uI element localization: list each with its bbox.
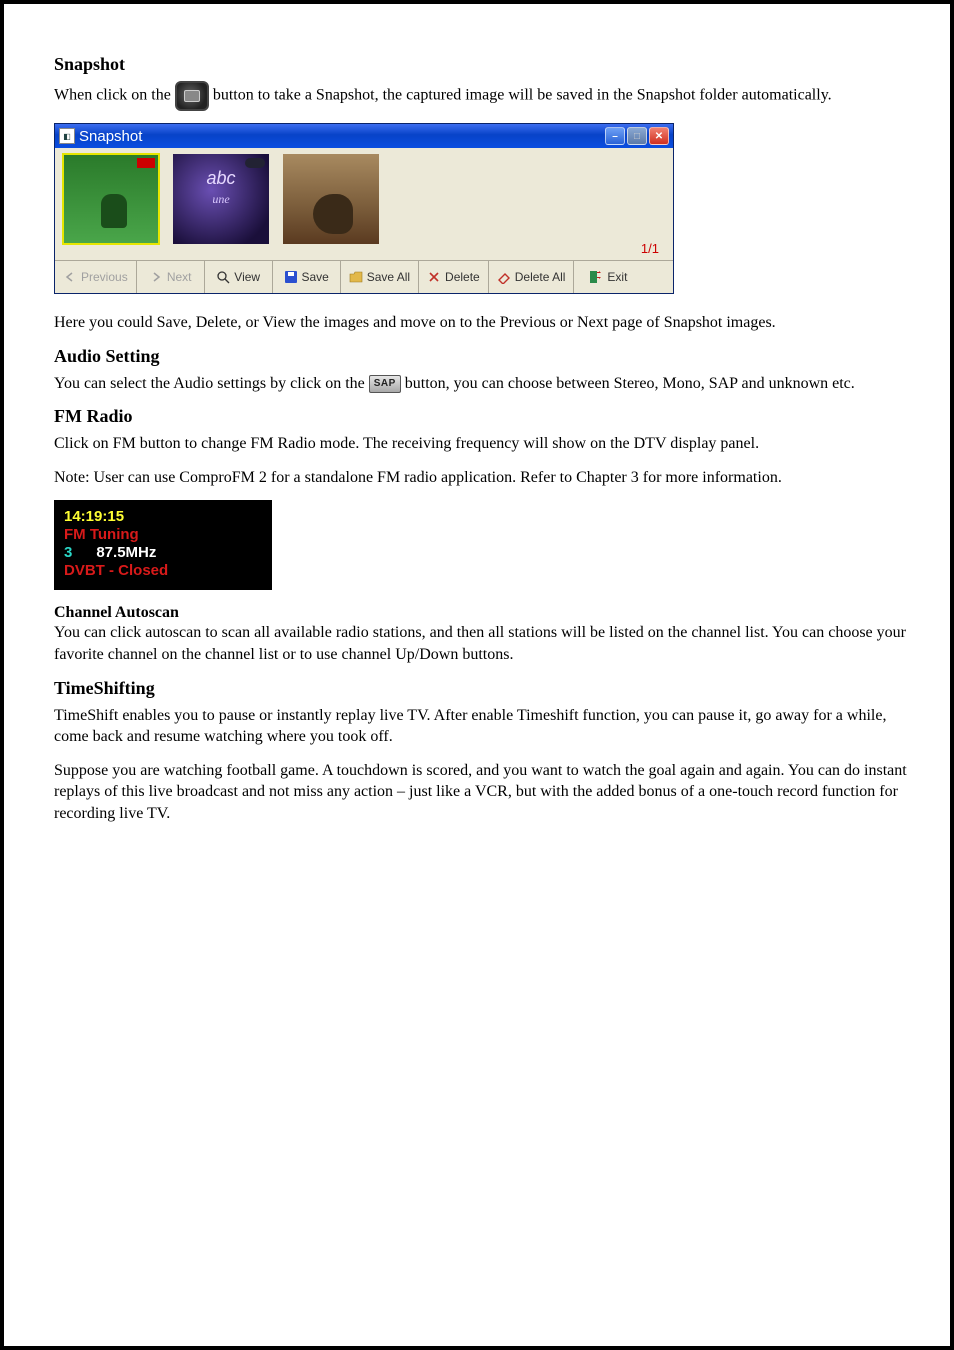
- magnify-icon: [216, 270, 230, 284]
- fm-sub-text: You can click autoscan to scan all avail…: [54, 622, 915, 665]
- audio-text: You can select the Audio settings by cli…: [54, 373, 915, 395]
- arrow-left-icon: [63, 270, 77, 284]
- fm-display-panel: 14:19:15 FM Tuning 3 87.5MHz DVBT - Close…: [54, 500, 272, 590]
- timeshift-p2: Suppose you are watching football game. …: [54, 760, 915, 825]
- fm-channel-row: 3 87.5MHz: [64, 544, 262, 562]
- previous-button[interactable]: Previous: [55, 261, 137, 293]
- thumbnail-1-badge: [137, 158, 155, 168]
- page-frame: Snapshot When click on the button to tak…: [0, 0, 954, 1350]
- thumbnail-3-shape: [313, 194, 353, 234]
- thumbnail-2-logo: abc: [173, 168, 269, 189]
- fm-note: Note: User can use ComproFM 2 for a stan…: [54, 467, 915, 489]
- view-button[interactable]: View: [205, 261, 273, 293]
- next-button[interactable]: Next: [137, 261, 205, 293]
- save-label: Save: [302, 270, 329, 284]
- snapshot-heading: Snapshot: [54, 54, 915, 75]
- fm-channel-number: 3: [64, 544, 72, 561]
- fm-time: 14:19:15: [64, 508, 262, 526]
- timeshift-p1: TimeShift enables you to pause or instan…: [54, 705, 915, 748]
- save-all-button[interactable]: Save All: [341, 261, 419, 293]
- snapshot-app-icon: ◧: [59, 128, 75, 144]
- thumbnail-2-badge: [245, 158, 265, 168]
- minimize-button[interactable]: –: [605, 127, 625, 145]
- thumbnail-1[interactable]: [63, 154, 159, 244]
- close-button[interactable]: ✕: [649, 127, 669, 145]
- save-all-label: Save All: [367, 270, 410, 284]
- audio-text-before: You can select the Audio settings by cli…: [54, 375, 369, 392]
- fm-heading: FM Radio: [54, 406, 915, 427]
- timeshift-heading: TimeShifting: [54, 678, 915, 699]
- eraser-icon: [497, 270, 511, 284]
- delete-icon: [427, 270, 441, 284]
- view-label: View: [234, 270, 260, 284]
- snapshot-window: ◧ Snapshot – □ ✕ abc une 1/1: [54, 123, 674, 294]
- thumbnail-1-figure: [101, 194, 127, 228]
- snapshot-intro: When click on the button to take a Snaps…: [54, 81, 915, 111]
- delete-button[interactable]: Delete: [419, 261, 489, 293]
- next-label: Next: [167, 270, 192, 284]
- thumbnail-3[interactable]: [283, 154, 379, 244]
- snapshot-toolbar: Previous Next View Save Save All Delete: [55, 260, 673, 293]
- fm-tuning-label: FM Tuning: [64, 526, 262, 544]
- snapshot-window-title: Snapshot: [79, 128, 605, 145]
- thumbnail-2[interactable]: abc une: [173, 154, 269, 244]
- maximize-button[interactable]: □: [627, 127, 647, 145]
- delete-all-label: Delete All: [515, 270, 566, 284]
- snapshot-titlebar[interactable]: ◧ Snapshot – □ ✕: [55, 124, 673, 148]
- window-controls: – □ ✕: [605, 127, 669, 145]
- sap-button[interactable]: SAP: [369, 375, 401, 393]
- snapshot-closing: Here you could Save, Delete, or View the…: [54, 312, 915, 334]
- thumbnail-area: abc une 1/1: [55, 148, 673, 260]
- exit-label: Exit: [607, 270, 627, 284]
- fm-frequency: 87.5MHz: [96, 544, 156, 561]
- audio-heading: Audio Setting: [54, 346, 915, 367]
- fm-status: DVBT - Closed: [64, 562, 262, 580]
- delete-all-button[interactable]: Delete All: [489, 261, 575, 293]
- floppy-icon: [284, 270, 298, 284]
- previous-label: Previous: [81, 270, 128, 284]
- snapshot-intro-prefix: When click on the: [54, 87, 175, 104]
- fm-sub-heading: Channel Autoscan: [54, 604, 915, 622]
- snapshot-intro-suffix: button to take a Snapshot, the captured …: [213, 87, 832, 104]
- fm-intro: Click on FM button to change FM Radio mo…: [54, 433, 915, 455]
- camera-icon[interactable]: [175, 81, 209, 111]
- delete-label: Delete: [445, 270, 480, 284]
- page-counter: 1/1: [641, 241, 659, 256]
- folder-icon: [349, 270, 363, 284]
- save-button[interactable]: Save: [273, 261, 341, 293]
- exit-button[interactable]: Exit: [574, 261, 642, 293]
- audio-text-after: button, you can choose between Stereo, M…: [405, 375, 855, 392]
- arrow-right-icon: [149, 270, 163, 284]
- thumbnail-2-sub: une: [173, 192, 269, 207]
- exit-icon: [589, 270, 603, 284]
